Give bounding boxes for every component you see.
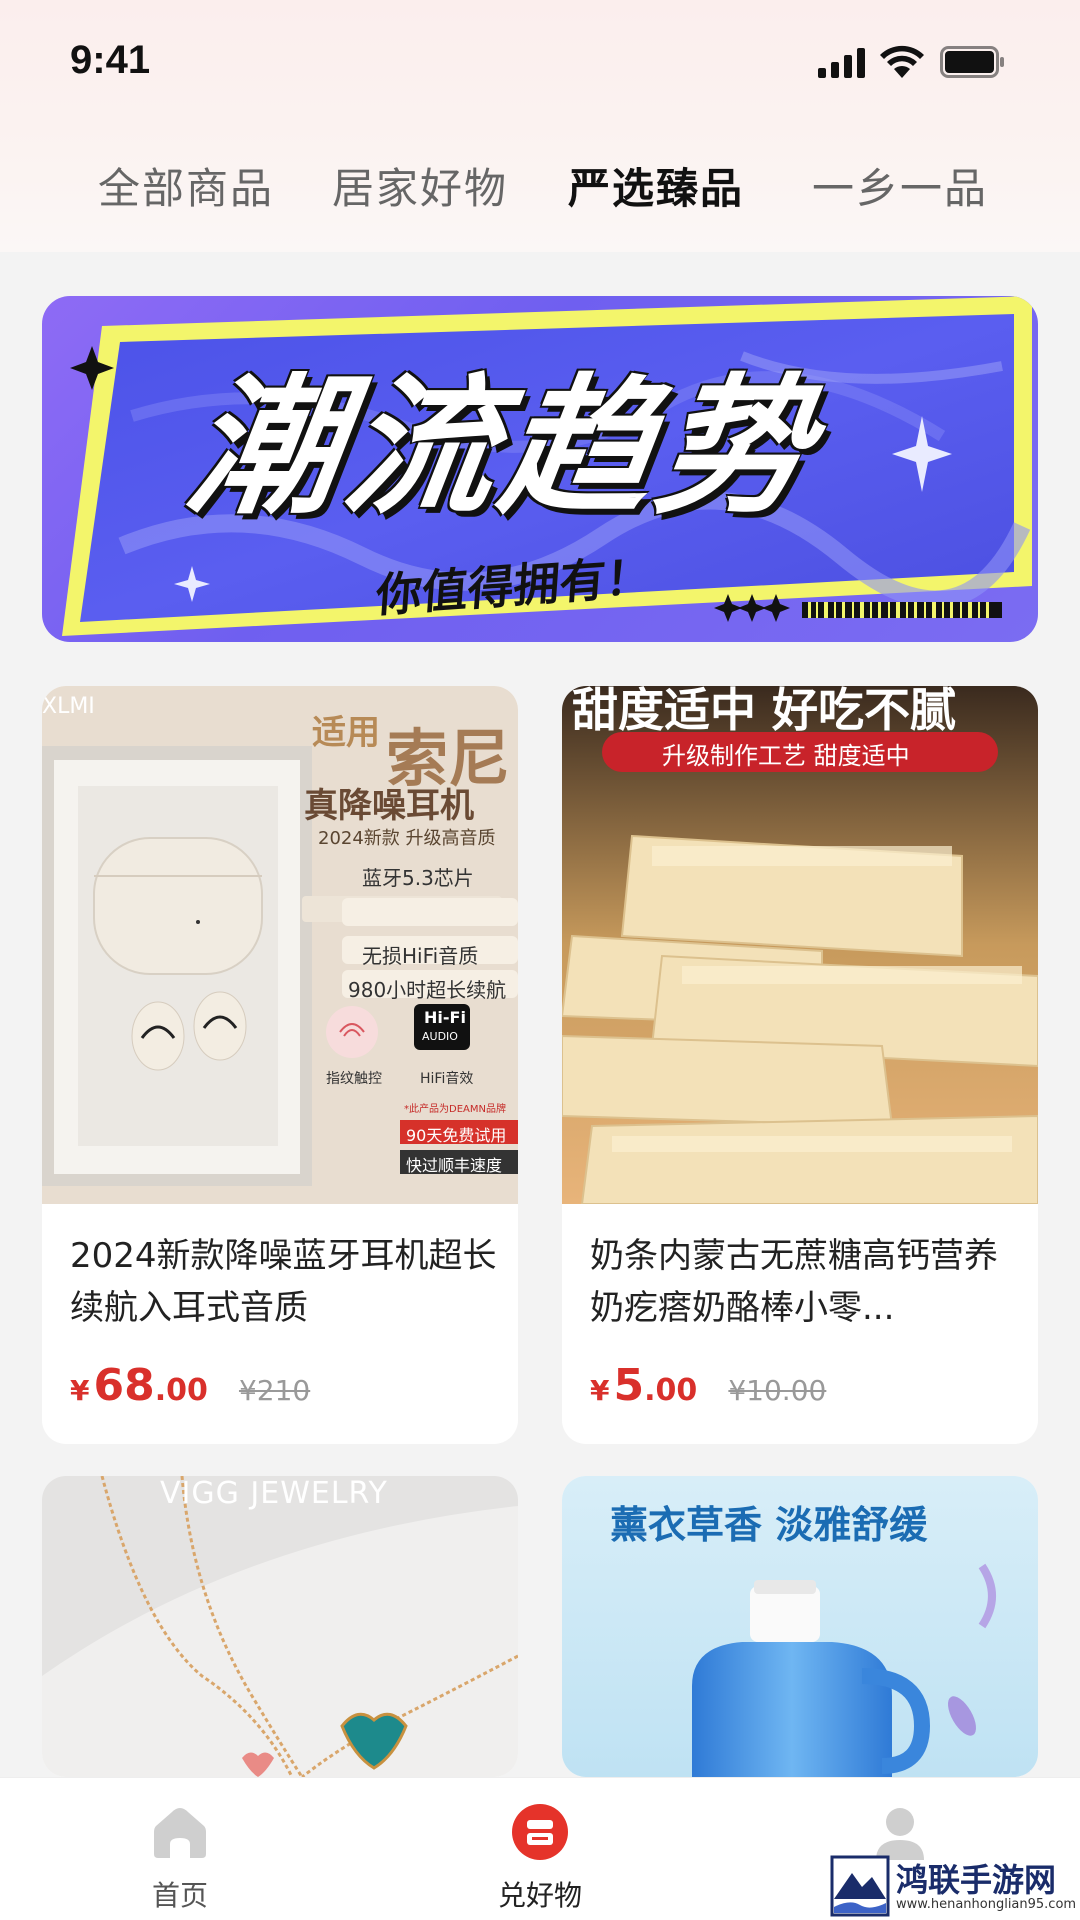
original-price: ¥10.00 bbox=[728, 1374, 827, 1407]
image-headline-text: 甜度适中 好吃不腻 bbox=[572, 686, 957, 737]
image-text: *此产品为DEAMN品牌 bbox=[404, 1104, 506, 1115]
product-card[interactable]: 甜度适中 好吃不腻 升级制作工艺 甜度适中 奶条内蒙古无蔗糖高钙营养奶疙瘩奶酪棒… bbox=[562, 686, 1038, 1444]
image-text: 2024新款 升级高音质 bbox=[318, 828, 496, 849]
product-card[interactable]: 薰衣草香 淡雅舒缓 bbox=[562, 1476, 1038, 1777]
category-tabs: 全部商品 居家好物 严选臻品 一乡一品 bbox=[0, 155, 1080, 225]
tab-local-specialty[interactable]: 一乡一品 bbox=[812, 155, 988, 216]
image-ribbon-text: 升级制作工艺 甜度适中 bbox=[662, 742, 910, 770]
image-text: 90天免费试用 bbox=[406, 1126, 507, 1145]
barcode-decoration bbox=[802, 602, 1002, 618]
current-price: ¥5.00 bbox=[590, 1360, 698, 1411]
watermark-name: 鸿联手游网 bbox=[896, 1861, 1057, 1899]
image-text: 快过顺丰速度 bbox=[406, 1156, 503, 1175]
tab-home-goods[interactable]: 居家好物 bbox=[332, 155, 508, 216]
promo-banner[interactable]: 潮流趋势 你值得拥有！ bbox=[42, 296, 1038, 642]
nav-label-home: 首页 bbox=[151, 1879, 208, 1912]
home-icon bbox=[154, 1808, 206, 1858]
image-feature-text: 980小时超长续航 bbox=[348, 978, 507, 1002]
product-card[interactable]: VIGG JEWELRY bbox=[42, 1476, 518, 1777]
image-headline-text: 真降噪耳机 bbox=[304, 786, 474, 826]
nav-label-redeem: 兑好物 bbox=[497, 1879, 582, 1912]
product-title: 奶条内蒙古无蔗糖高钙营养奶疙瘩奶酪棒小零... bbox=[590, 1236, 998, 1328]
image-text: Hi-Fi bbox=[424, 1008, 466, 1027]
image-headline-text: 薰衣草香 淡雅舒缓 bbox=[610, 1503, 928, 1547]
product-title: 2024新款降噪蓝牙耳机超长续航入耳式音质 bbox=[70, 1236, 497, 1328]
product-image: 薰衣草香 淡雅舒缓 bbox=[562, 1476, 1038, 1777]
redeem-shop-icon bbox=[512, 1804, 568, 1860]
product-image: XLMI 适用 索尼 真降噪耳机 2024新款 升级高音质 蓝牙5.3芯片 无损… bbox=[42, 686, 518, 1204]
watermark-logo: 鸿联手游网 www.henanhonglian95.com bbox=[830, 1855, 1080, 1920]
tab-all-products[interactable]: 全部商品 bbox=[98, 155, 274, 216]
image-tag-text: 适用 bbox=[312, 713, 380, 753]
original-price: ¥210 bbox=[238, 1374, 311, 1407]
image-text: AUDIO bbox=[422, 1030, 458, 1043]
current-price: ¥68.00 bbox=[70, 1360, 208, 1411]
product-image: VIGG JEWELRY bbox=[42, 1476, 518, 1777]
status-time: 9:41 bbox=[70, 38, 151, 82]
image-text: 指纹触控 bbox=[326, 1071, 382, 1087]
nav-item-redeem[interactable]: 兑好物 bbox=[440, 1778, 640, 1920]
image-feature-text: 无损HiFi音质 bbox=[362, 944, 479, 968]
tab-selected-premium[interactable]: 严选臻品 bbox=[568, 155, 744, 216]
nav-item-home[interactable]: 首页 bbox=[80, 1778, 280, 1920]
image-brand-text: XLMI bbox=[42, 694, 95, 719]
price-row: ¥68.00 ¥210 bbox=[70, 1360, 310, 1411]
profile-icon bbox=[876, 1808, 924, 1860]
watermark-url: www.henanhonglian95.com bbox=[896, 1897, 1077, 1912]
image-brand-text: VIGG JEWELRY bbox=[160, 1476, 388, 1511]
status-bar: 9:41 bbox=[0, 0, 1080, 120]
mountain-logo-icon bbox=[830, 1855, 890, 1917]
battery-icon bbox=[940, 46, 1004, 78]
price-row: ¥5.00 ¥10.00 bbox=[590, 1360, 826, 1411]
product-card[interactable]: XLMI 适用 索尼 真降噪耳机 2024新款 升级高音质 蓝牙5.3芯片 无损… bbox=[42, 686, 518, 1444]
product-image: 甜度适中 好吃不腻 升级制作工艺 甜度适中 bbox=[562, 686, 1038, 1204]
banner-title: 潮流趋势 bbox=[177, 361, 827, 535]
image-feature-text: 蓝牙5.3芯片 bbox=[362, 866, 474, 890]
wifi-icon bbox=[880, 45, 924, 78]
image-text: HiFi音效 bbox=[420, 1071, 474, 1087]
cellular-signal-icon bbox=[818, 48, 865, 78]
